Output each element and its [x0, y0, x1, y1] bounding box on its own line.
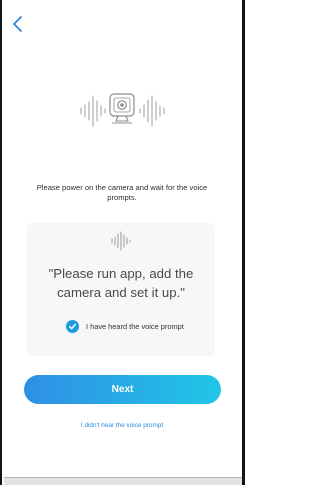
back-button[interactable] — [10, 14, 26, 34]
checkmark-icon — [66, 319, 79, 333]
voice-prompt-quote: "Please run app, add the camera and set … — [48, 266, 194, 300]
bottom-edge — [4, 477, 242, 485]
camera-voice-illustration — [80, 93, 165, 127]
sound-wave-icon — [111, 231, 131, 251]
next-button[interactable]: Next — [24, 375, 221, 404]
instruction-text: Please power on the camera and wait for … — [36, 183, 208, 202]
screen: Please power on the camera and wait for … — [0, 0, 245, 485]
voice-prompt-card: "Please run app, add the camera and set … — [27, 223, 215, 356]
right-sound-wave-icon — [139, 95, 165, 127]
checkbox-label: I have heard the voice prompt — [86, 321, 184, 331]
camera-icon — [109, 93, 135, 124]
didnt-hear-voice-prompt-link[interactable]: I didn't hear the voice prompt — [22, 422, 222, 429]
chevron-left-icon — [13, 16, 22, 32]
heard-voice-prompt-checkbox[interactable]: I have heard the voice prompt — [66, 319, 184, 333]
left-sound-wave-icon — [80, 95, 106, 127]
